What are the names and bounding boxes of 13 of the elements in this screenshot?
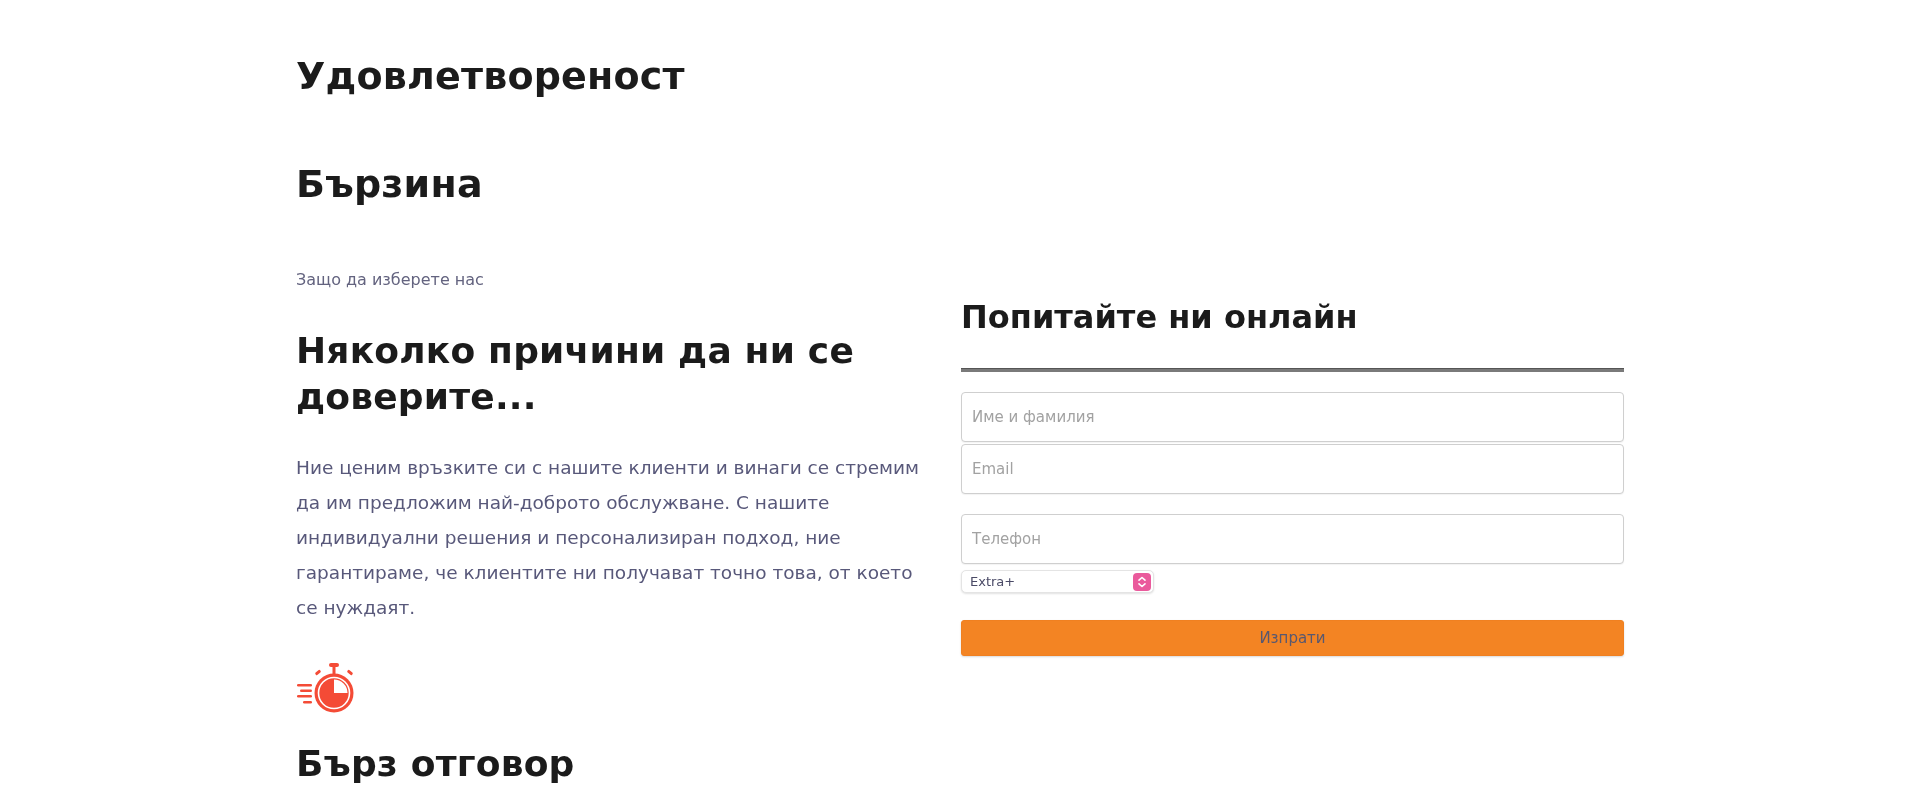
- body-paragraph: Ние ценим връзките си с нашите клиенти и винаги се стремим да им предложим най-доброто обслужване. С нашите индивидуални решения и персонализиран подход, ние гарантираме, че клиентите ни получават точно това, от което се нуждаят.: [296, 456, 920, 620]
- text-input[interactable]: Телефон: [961, 514, 1624, 564]
- text-input[interactable]: Име и фамилия: [961, 392, 1624, 442]
- stopwatch-icon: [296, 663, 354, 713]
- section-heading: Няколко причини да ни се доверите...: [296, 329, 855, 419]
- plan-select[interactable]: Extra+: [961, 570, 1154, 593]
- section-heading: Бързина: [296, 161, 484, 207]
- feature-heading: Бърз отговор: [296, 742, 576, 786]
- text-input[interactable]: Email: [961, 444, 1624, 494]
- section-heading: Удовлетвореност: [296, 53, 686, 99]
- section-subtitle: Защо да изберете нас: [296, 269, 485, 291]
- form-title: Попитайте ни онлайн: [961, 297, 1359, 337]
- dropdown-arrows-icon: [1133, 572, 1151, 591]
